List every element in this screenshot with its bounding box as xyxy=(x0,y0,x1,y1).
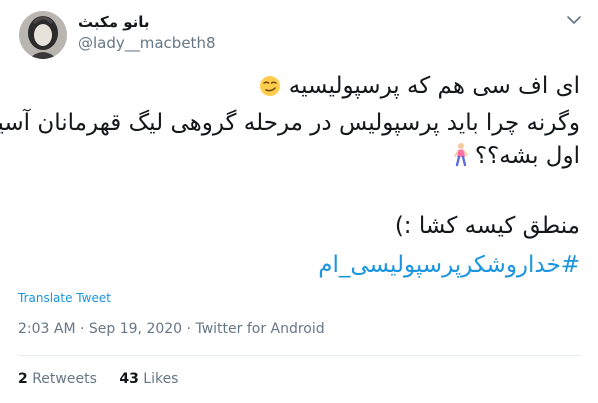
chevron-down-icon[interactable] xyxy=(564,12,584,28)
smirking-face-emoji xyxy=(259,74,281,107)
tweet-text: ای اف سی هم که پرسپولیسیه وگرنه چرا باید… xyxy=(0,70,580,282)
tweet-line-text: وگرنه چرا باید پرسپولیس در مرحله گروهی ل… xyxy=(0,110,580,136)
tweet-metadata: 2:03 AM · Sep 19, 2020 · Twitter for And… xyxy=(18,321,325,337)
tweet-line-text: ای اف سی هم که پرسپولیسیه xyxy=(288,73,580,99)
person-walking-emoji xyxy=(453,143,468,177)
tweet-line: ای اف سی هم که پرسپولیسیه xyxy=(18,70,580,107)
tweet-date[interactable]: Sep 19, 2020 xyxy=(89,321,182,337)
tweet-stats: 2 Retweets 43 Likes xyxy=(18,371,196,387)
tweet-author[interactable]: بانو مکبث @lady__macbeth8 xyxy=(78,13,216,53)
translate-tweet-link[interactable]: Translate Tweet xyxy=(18,291,111,305)
likes-count: 43 xyxy=(119,371,139,387)
retweets-count: 2 xyxy=(18,371,28,387)
divider xyxy=(18,355,580,356)
tweet-time[interactable]: 2:03 AM xyxy=(18,321,76,337)
user-handle[interactable]: @lady__macbeth8 xyxy=(78,33,216,53)
retweets-label: Retweets xyxy=(32,371,97,387)
tweet-line: منطق کیسه کشا :) xyxy=(18,210,580,243)
separator-dot: · xyxy=(80,321,85,337)
tweet-line: اول بشه؟؟ xyxy=(18,140,580,177)
separator-dot: · xyxy=(186,321,191,337)
likes-label: Likes xyxy=(143,371,179,387)
display-name[interactable]: بانو مکبث xyxy=(78,13,216,31)
tweet-source[interactable]: Twitter for Android xyxy=(195,321,324,337)
tweet-line-text: منطق کیسه کشا :) xyxy=(394,213,580,239)
tweet-line-text: اول بشه؟؟ xyxy=(474,143,580,169)
avatar[interactable] xyxy=(19,11,67,59)
hashtag-link[interactable]: #خداروشکرپرسپولیسی_ام xyxy=(18,249,580,282)
retweets-stat[interactable]: 2 Retweets xyxy=(18,371,101,387)
likes-stat[interactable]: 43 Likes xyxy=(119,371,178,387)
tweet-line: وگرنه چرا باید پرسپولیس در مرحله گروهی ل… xyxy=(0,107,580,140)
